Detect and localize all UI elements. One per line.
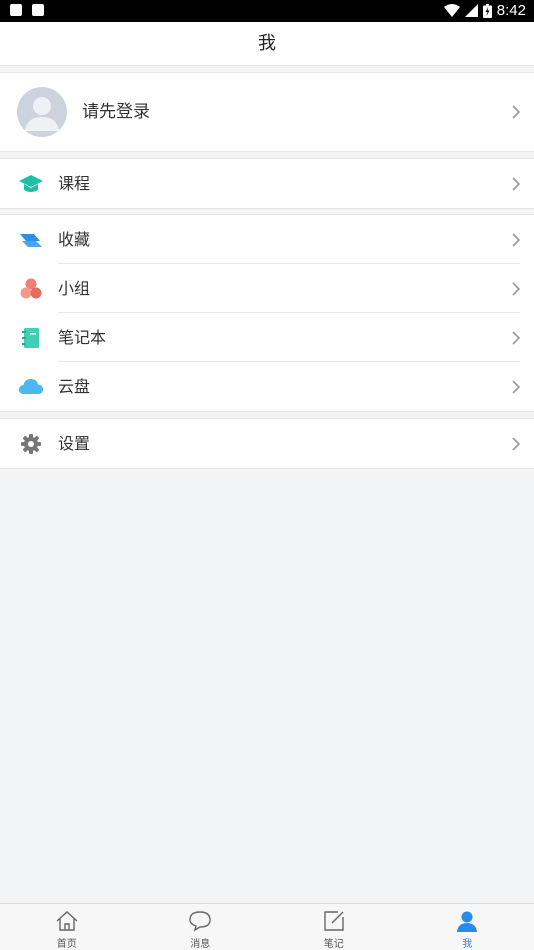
- tab-messages[interactable]: 消息: [134, 904, 268, 950]
- status-left: [10, 4, 44, 16]
- chevron-right-icon: [512, 281, 521, 296]
- page-title: 我: [258, 33, 276, 54]
- profile-section: 请先登录: [0, 72, 534, 152]
- avatar: [17, 87, 67, 137]
- login-label: 请先登录: [82, 102, 150, 122]
- signal-icon: [464, 4, 478, 17]
- menu-item-label: 课程: [58, 174, 91, 193]
- menu-item-notebook[interactable]: 笔记本: [0, 313, 534, 362]
- tab-notes[interactable]: 笔记: [267, 904, 401, 950]
- graduation-cap-icon: [19, 174, 43, 192]
- tab-home[interactable]: 首页: [0, 904, 134, 950]
- wifi-icon: [443, 4, 460, 17]
- tab-label: 消息: [190, 939, 211, 950]
- message-icon: [189, 911, 211, 932]
- favorites-icon: [20, 233, 42, 247]
- status-time: 8:42: [496, 2, 526, 19]
- chevron-right-icon: [512, 379, 521, 394]
- tab-me[interactable]: 我: [401, 904, 534, 950]
- tab-label: 笔记: [323, 939, 344, 950]
- bottom-tab-bar: 首页 消息 笔记 我: [0, 903, 534, 950]
- chevron-right-icon: [512, 436, 521, 451]
- gear-icon: [21, 433, 41, 454]
- header: 我: [0, 22, 534, 66]
- battery-icon: [482, 3, 492, 18]
- status-bar: 8:42: [0, 0, 534, 22]
- chevron-right-icon: [512, 105, 521, 119]
- user-icon: [457, 911, 478, 932]
- login-row[interactable]: 请先登录: [0, 73, 534, 151]
- chevron-right-icon: [512, 176, 521, 191]
- menu-item-label: 小组: [58, 279, 91, 298]
- cloud-icon: [19, 378, 43, 394]
- menu-item-label: 收藏: [58, 230, 91, 249]
- home-icon: [56, 911, 78, 931]
- chevron-right-icon: [512, 232, 521, 247]
- menu-item-label: 设置: [58, 434, 91, 453]
- tab-label: 首页: [56, 939, 77, 950]
- course-section: 课程: [0, 158, 534, 209]
- tools-section: 收藏 小组 笔记本 云盘: [0, 214, 534, 412]
- status-right: 8:42: [443, 2, 526, 19]
- note-icon: [324, 911, 344, 931]
- notebook-icon: [22, 327, 39, 348]
- menu-item-label: 笔记本: [58, 328, 107, 347]
- menu-item-label: 云盘: [58, 377, 91, 396]
- default-avatar-icon: [25, 97, 59, 131]
- tab-label: 我: [462, 939, 473, 950]
- chevron-right-icon: [512, 330, 521, 345]
- a-notification-icon: [32, 4, 44, 16]
- menu-item-group[interactable]: 小组: [0, 264, 534, 313]
- menu-item-settings[interactable]: 设置: [0, 419, 534, 468]
- android-notification-icon: [10, 4, 22, 16]
- settings-section: 设置: [0, 418, 534, 469]
- group-icon: [20, 278, 42, 298]
- menu-item-course[interactable]: 课程: [0, 159, 534, 208]
- menu-item-favorites[interactable]: 收藏: [0, 215, 534, 264]
- menu-item-cloud[interactable]: 云盘: [0, 362, 534, 411]
